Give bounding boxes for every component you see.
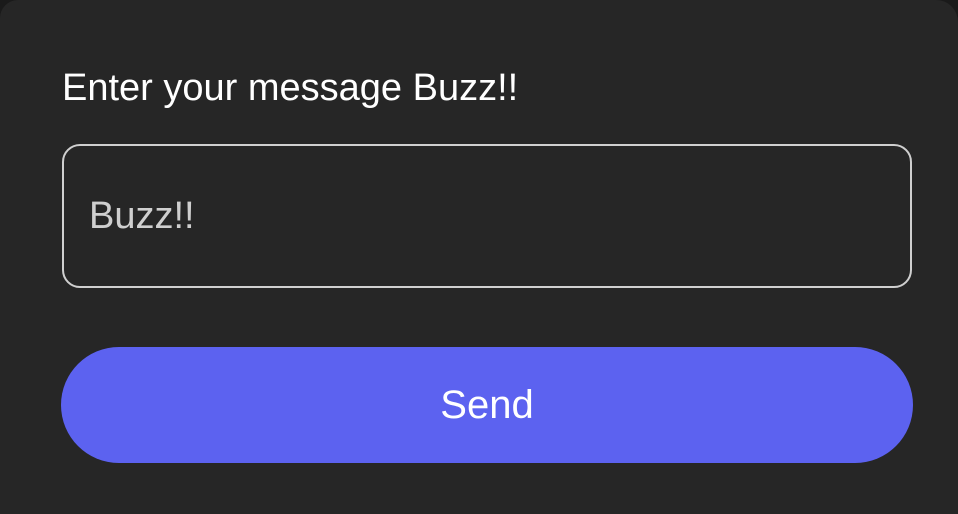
send-button[interactable]: Send (61, 347, 913, 463)
message-dialog: Enter your message Buzz!! Send (0, 0, 958, 514)
message-field[interactable] (62, 144, 912, 288)
message-input[interactable] (89, 194, 910, 238)
prompt-label: Enter your message Buzz!! (62, 67, 519, 109)
